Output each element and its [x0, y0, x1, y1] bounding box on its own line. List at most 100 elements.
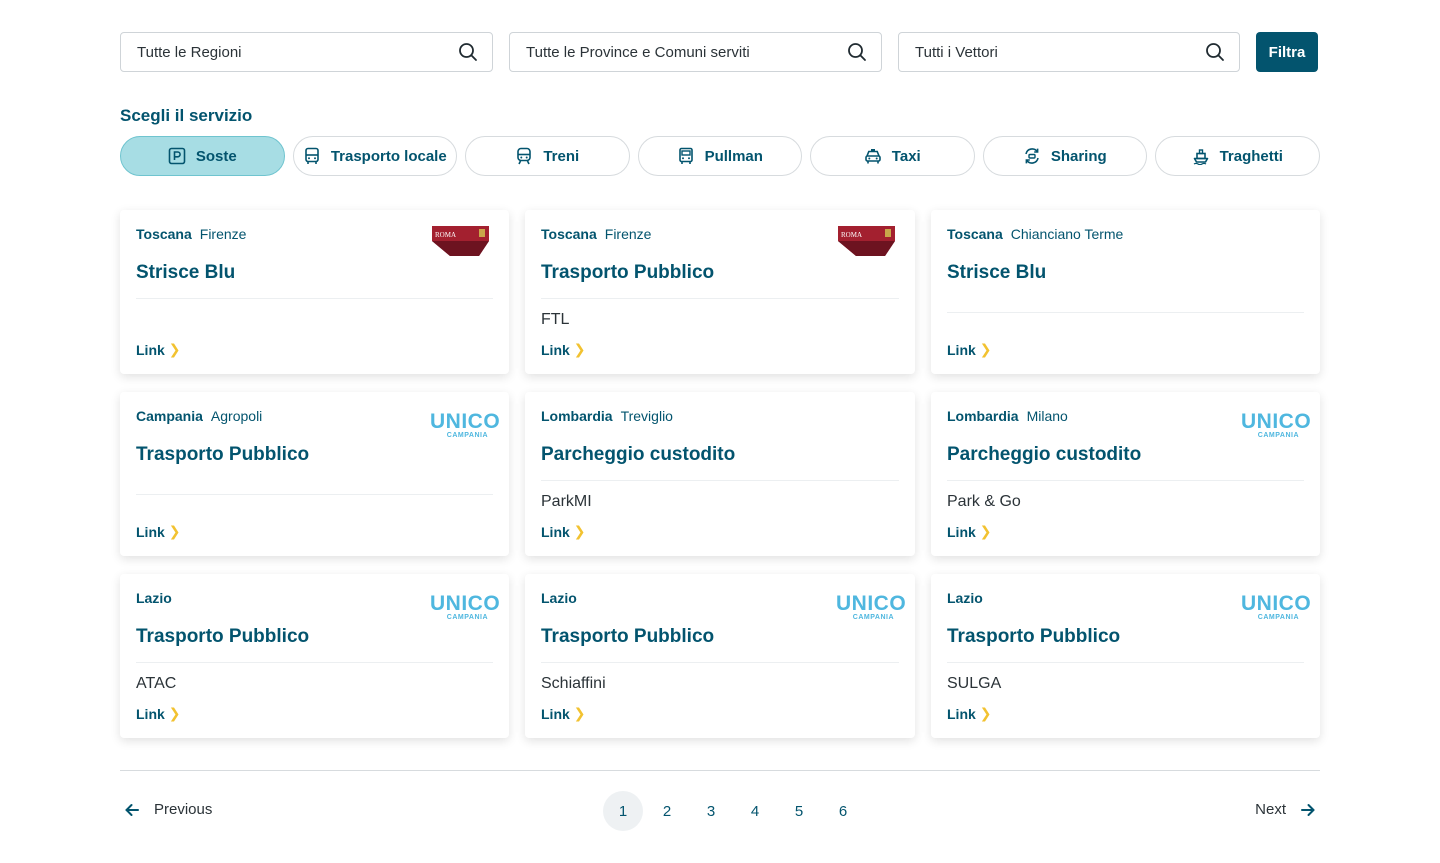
search-icon[interactable]: [458, 42, 478, 62]
page-numbers: 1 2 3 4 5 6: [603, 791, 863, 831]
service-card: Toscana Firenze Strisce Blu Link ❯ ROMA: [120, 210, 509, 374]
provinces-filter[interactable]: Tutte le Province e Comuni serviti: [509, 32, 882, 72]
unico-logo-main: UNICO: [836, 592, 907, 615]
previous-page-button[interactable]: Previous: [124, 801, 212, 818]
card-region: Lazio: [947, 590, 983, 606]
card-title: Parcheggio custodito: [541, 444, 736, 465]
card-link[interactable]: Link ❯: [136, 523, 181, 540]
card-title: Trasporto Pubblico: [136, 626, 310, 647]
unico-logo-main: UNICO: [430, 410, 501, 433]
card-city: Firenze: [604, 226, 652, 242]
card-region: Lombardia: [947, 408, 1019, 424]
roma-logo: ROMA: [432, 226, 489, 256]
unico-logo-main: UNICO: [1241, 592, 1312, 615]
card-link[interactable]: Link ❯: [947, 523, 992, 540]
chevron-right-icon: ❯: [573, 341, 586, 357]
page-6[interactable]: 6: [823, 791, 863, 831]
card-region: Campania: [136, 408, 203, 424]
unico-campania-logo: UNICO CAMPANIA: [1241, 592, 1312, 621]
card-link-label: Link: [947, 341, 976, 358]
taxi-icon: [864, 149, 881, 164]
unico-logo-main: UNICO: [1241, 410, 1312, 433]
card-link-label: Link: [541, 341, 570, 358]
service-card: Lazio Trasporto Pubblico ATAC Link ❯ UNIC…: [120, 574, 509, 738]
chip-taxi[interactable]: Taxi: [810, 136, 975, 176]
chip-traghetti[interactable]: Traghetti: [1155, 136, 1320, 176]
card-divider: [136, 662, 493, 663]
card-link[interactable]: Link ❯: [541, 341, 586, 358]
chevron-right-icon: ❯: [979, 341, 992, 357]
card-link[interactable]: Link ❯: [541, 705, 586, 722]
card-city: Agropoli: [210, 408, 263, 424]
chip-label: Taxi: [891, 147, 921, 165]
parking-icon: [168, 147, 186, 165]
chevron-right-icon: ❯: [168, 523, 181, 539]
chip-trasporto-locale[interactable]: Trasporto locale: [292, 136, 457, 176]
ferry-icon: [1193, 149, 1208, 165]
card-title: Trasporto Pubblico: [541, 626, 715, 647]
chevron-right-icon: ❯: [573, 705, 586, 721]
filter-button[interactable]: Filtra: [1256, 32, 1318, 72]
card-region: Lazio: [136, 590, 172, 606]
results-grid: Toscana Firenze Strisce Blu Link ❯ ROMA T…: [120, 210, 1320, 738]
chip-soste[interactable]: Soste: [120, 136, 285, 176]
service-card: Lazio Trasporto Pubblico SULGA Link ❯ UNI…: [931, 574, 1320, 738]
card-link-label: Link: [947, 705, 976, 722]
card-region: Toscana: [136, 226, 192, 242]
card-subtitle: ATAC: [136, 675, 177, 692]
arrow-left-icon: [125, 803, 139, 816]
unico-logo-sub: CAMPANIA: [1257, 614, 1299, 621]
page-2[interactable]: 2: [647, 791, 687, 831]
card-link-label: Link: [136, 705, 165, 722]
card-divider: [947, 480, 1304, 481]
page-3[interactable]: 3: [691, 791, 731, 831]
card-link-label: Link: [541, 705, 570, 722]
card-region: Toscana: [541, 226, 597, 242]
next-page-button[interactable]: Next: [1255, 801, 1316, 818]
card-subtitle: Schiaffini: [541, 675, 606, 692]
card-subtitle: [136, 311, 493, 331]
service-card: Lazio Trasporto Pubblico Schiaffini Link…: [525, 574, 915, 738]
card-link[interactable]: Link ❯: [947, 341, 992, 358]
card-region: Toscana: [947, 226, 1003, 242]
card-divider: [541, 480, 899, 481]
card-divider: [136, 494, 493, 495]
chip-pullman[interactable]: Pullman: [637, 136, 802, 176]
service-card: Toscana Firenze Trasporto Pubblico FTL L…: [525, 210, 915, 374]
card-link-label: Link: [541, 523, 570, 540]
search-icon[interactable]: [847, 42, 867, 62]
unico-campania-logo: UNICO CAMPANIA: [430, 410, 501, 439]
card-city: Treviglio: [620, 408, 673, 424]
card-link[interactable]: Link ❯: [947, 705, 992, 722]
card-link[interactable]: Link ❯: [541, 523, 586, 540]
train-icon: [517, 147, 532, 165]
chip-sharing[interactable]: Sharing: [982, 136, 1147, 176]
card-link-label: Link: [136, 523, 165, 540]
filter-bar: Tutte le Regioni Tutte le Province e Com…: [120, 32, 1320, 72]
regions-filter[interactable]: Tutte le Regioni: [120, 32, 493, 72]
unico-logo-main: UNICO: [430, 592, 501, 615]
card-title: Strisce Blu: [947, 262, 1047, 283]
chevron-right-icon: ❯: [168, 341, 181, 357]
search-icon[interactable]: [1205, 42, 1225, 62]
page-4[interactable]: 4: [735, 791, 775, 831]
roma-logo-text: ROMA: [435, 231, 456, 239]
card-subtitle: SULGA: [947, 675, 1002, 692]
chevron-right-icon: ❯: [168, 705, 181, 721]
chip-treni[interactable]: Treni: [465, 136, 630, 176]
card-city: Chianciano Terme: [1010, 226, 1124, 242]
sharing-icon: [1025, 148, 1039, 164]
service-card: Lombardia Treviglio Parcheggio custodito…: [525, 392, 915, 556]
card-divider: [541, 298, 899, 299]
card-divider: [947, 662, 1304, 663]
card-link[interactable]: Link ❯: [136, 705, 181, 722]
card-link[interactable]: Link ❯: [136, 341, 181, 358]
service-card: Toscana Chianciano Terme Strisce Blu Lin…: [931, 210, 1320, 374]
carriers-filter[interactable]: Tutti i Vettori: [898, 32, 1240, 72]
page-1[interactable]: 1: [603, 791, 643, 831]
page-5[interactable]: 5: [779, 791, 819, 831]
regions-filter-placeholder: Tutte le Regioni: [137, 43, 242, 61]
card-title: Trasporto Pubblico: [947, 626, 1121, 647]
unico-logo-sub: CAMPANIA: [446, 614, 488, 621]
provinces-filter-placeholder: Tutte le Province e Comuni serviti: [526, 43, 750, 61]
